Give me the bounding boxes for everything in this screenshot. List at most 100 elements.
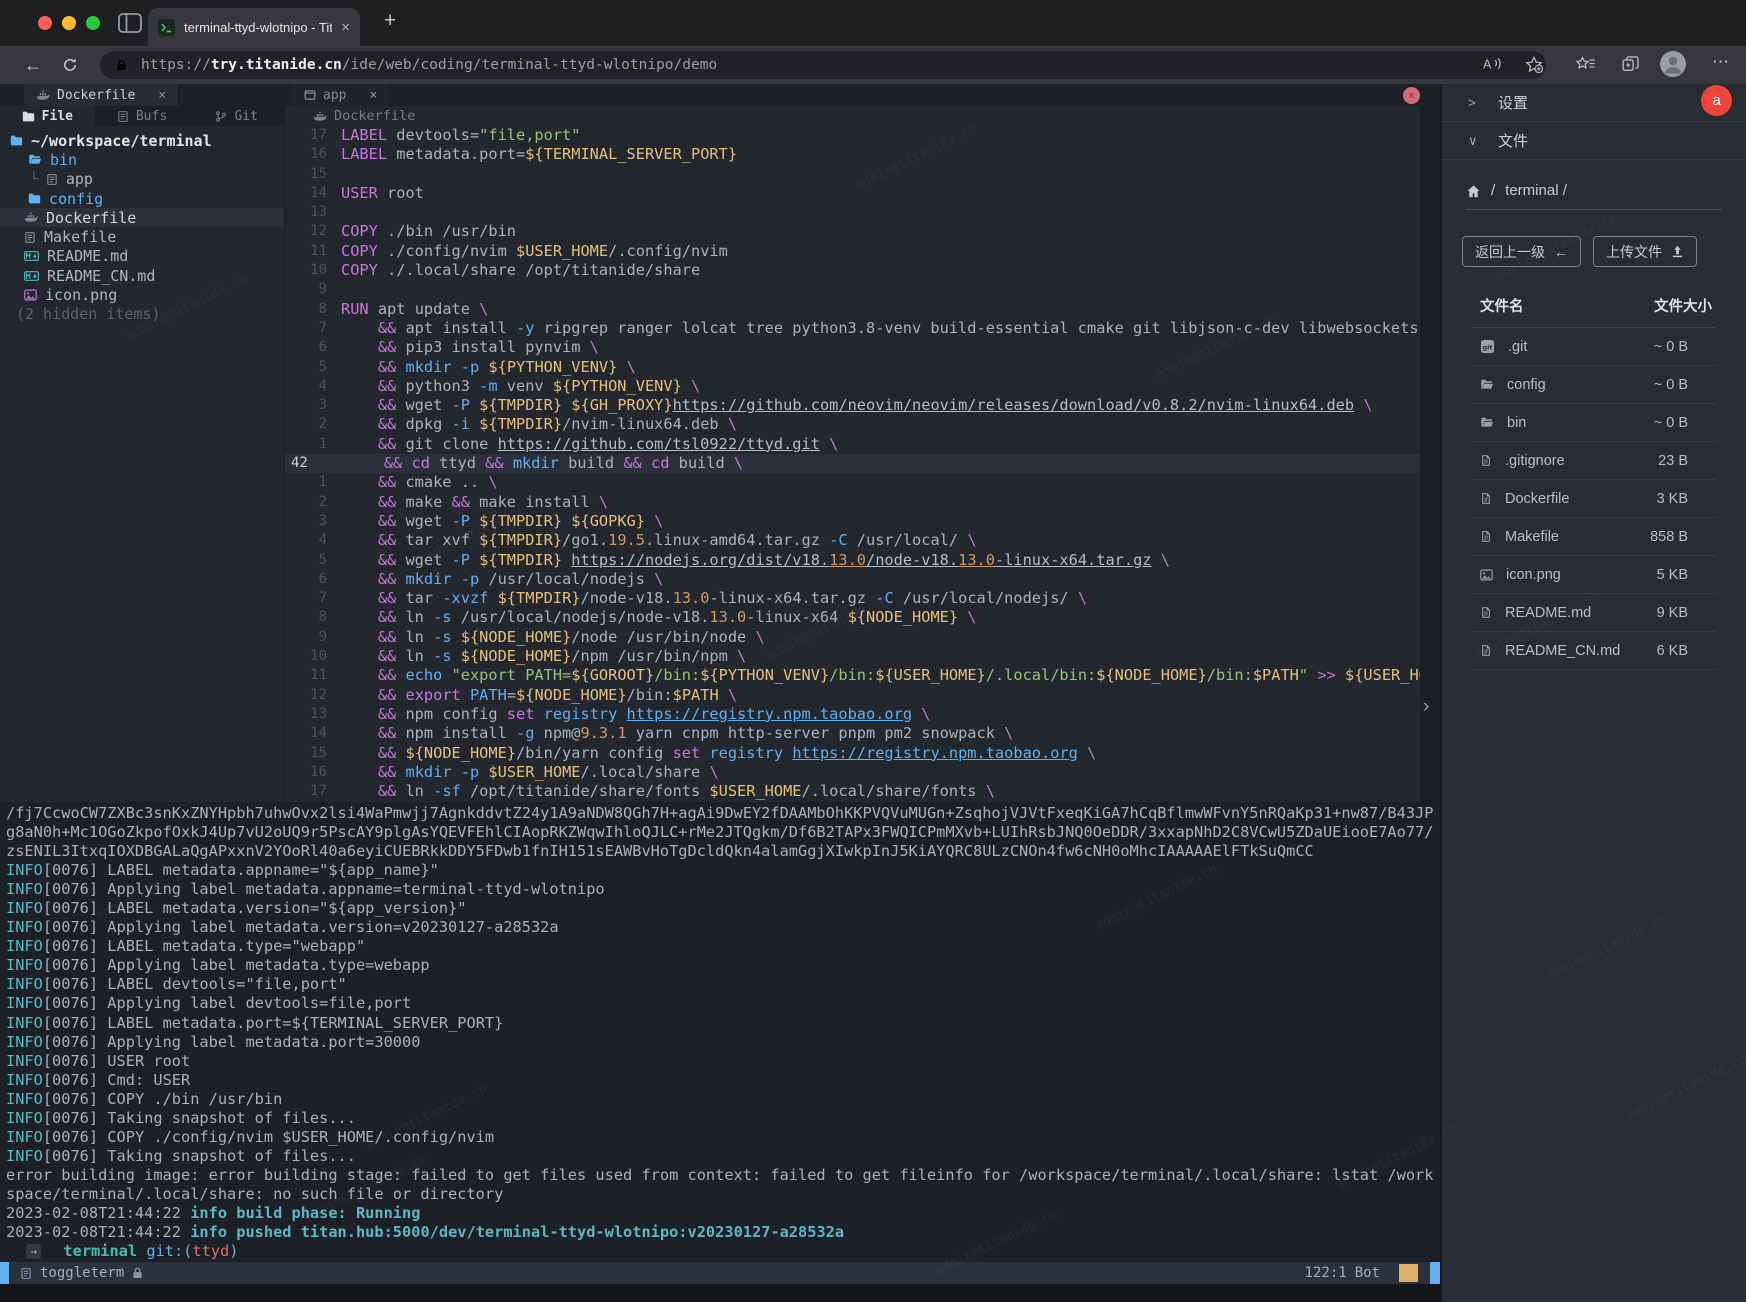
build-terminal[interactable]: /fj7CcwoCW7ZXBc3snKxZNYHpbh7uhwOvx2lsi4W… — [0, 802, 1440, 1262]
go-up-button[interactable]: 返回上一级 ← — [1462, 236, 1581, 267]
code-line-13[interactable]: 13 && npm config set registry https://re… — [285, 705, 1420, 724]
tree-item-Dockerfile[interactable]: Dockerfile — [0, 208, 284, 227]
tab-close-icon[interactable]: × — [341, 20, 350, 35]
file-row-bin[interactable]: bin~ 0 B — [1472, 404, 1716, 442]
code-editor[interactable]: Dockerfile 17LABEL devtools="file,port"1… — [284, 106, 1420, 802]
code-line-12[interactable]: 12COPY ./bin /usr/bin — [285, 222, 1420, 241]
refresh-icon[interactable] — [62, 57, 78, 73]
terminal-line: INFO[0076] COPY ./config/nvim $USER_HOME… — [6, 1128, 1440, 1147]
file-size: 6 KB — [1657, 643, 1712, 659]
add-favorite-icon[interactable] — [1525, 56, 1543, 73]
tree-item-README_CN.md[interactable]: README_CN.md — [0, 266, 284, 285]
code-line-12[interactable]: 12 && export PATH=${NODE_HOME}/bin:$PATH… — [285, 686, 1420, 705]
code-line-5[interactable]: 5 && mkdir -p ${PYTHON_VENV} \ — [285, 358, 1420, 377]
file-name: README.md — [1505, 605, 1591, 621]
code-line-17[interactable]: 17LABEL devtools="file,port" — [285, 126, 1420, 145]
code-line-17[interactable]: 17 && ln -sf /opt/titanide/share/fonts $… — [285, 782, 1420, 801]
code-line-2[interactable]: 2 && dpkg -i ${TMPDIR}/nvim-linux64.deb … — [285, 415, 1420, 434]
tree-item-icon.png[interactable]: icon.png — [0, 285, 284, 304]
browser-tab[interactable]: terminal-ttyd-wlotnipo - TitanI × — [148, 8, 360, 46]
tree-item-config[interactable]: config — [0, 189, 284, 208]
code-line-7[interactable]: 7 && tar -xvzf ${TMPDIR}/node-v18.13.0-l… — [285, 589, 1420, 608]
tab-close-icon[interactable]: × — [158, 88, 166, 103]
tab-close-icon[interactable]: × — [369, 88, 377, 103]
file-row-Makefile[interactable]: Makefile858 B — [1472, 518, 1716, 556]
tree-item-Makefile[interactable]: Makefile — [0, 227, 284, 246]
panel-divider[interactable]: › — [1420, 106, 1440, 802]
tabline-tab-dockerfile[interactable]: Dockerfile × — [24, 84, 178, 106]
tree-root-label: ~/workspace/terminal — [31, 132, 212, 150]
collections-icon[interactable] — [1622, 56, 1639, 72]
code-line-16[interactable]: 16 && mkdir -p $USER_HOME/.local/share \ — [285, 763, 1420, 782]
code-line-9[interactable]: 9 && ln -s ${NODE_HOME}/node /usr/bin/no… — [285, 628, 1420, 647]
code-line-16[interactable]: 16LABEL metadata.port=${TERMINAL_SERVER_… — [285, 145, 1420, 164]
profile-avatar[interactable] — [1660, 51, 1686, 77]
code-line-10[interactable]: 10 && ln -s ${NODE_HOME}/npm /usr/bin/np… — [285, 647, 1420, 666]
explorer-tab-file[interactable]: File — [0, 106, 95, 126]
line-number: 5 — [285, 551, 341, 570]
new-tab-button[interactable]: + — [384, 9, 396, 33]
file-row-README_CN.md[interactable]: README_CN.md6 KB — [1472, 632, 1716, 670]
traffic-light-minimize[interactable] — [62, 16, 76, 30]
code-line-3[interactable]: 3 && wget -P ${TMPDIR} ${GOPKG} \ — [285, 512, 1420, 531]
file-row-Dockerfile[interactable]: Dockerfile3 KB — [1472, 480, 1716, 518]
file-row-README.md[interactable]: README.md9 KB — [1472, 594, 1716, 632]
file-row-icon.png[interactable]: icon.png5 KB — [1472, 556, 1716, 594]
code-line-15[interactable]: 15 && ${NODE_HOME}/bin/yarn config set r… — [285, 744, 1420, 763]
tree-item-README.md[interactable]: README.md — [0, 247, 284, 266]
file-row-config[interactable]: config~ 0 B — [1472, 366, 1716, 404]
code-line-1[interactable]: 1 && cmake .. \ — [285, 473, 1420, 492]
code-line-11[interactable]: 11COPY ./config/nvim $USER_HOME/.config/… — [285, 242, 1420, 261]
tab-actions-icon[interactable] — [118, 13, 142, 33]
code-line-2[interactable]: 2 && make && make install \ — [285, 493, 1420, 512]
explorer-tab-bufs[interactable]: Bufs — [95, 106, 190, 126]
traffic-light-close[interactable] — [38, 16, 52, 30]
statusline: toggleterm 122:1 Bot — [0, 1262, 1440, 1284]
code-line-13[interactable]: 13 — [285, 203, 1420, 222]
code-line-4[interactable]: 4 && python3 -m venv ${PYTHON_VENV} \ — [285, 377, 1420, 396]
tree-item-bin[interactable]: bin — [0, 150, 284, 169]
back-icon[interactable]: ← — [24, 54, 42, 76]
traffic-light-zoom[interactable] — [86, 16, 100, 30]
file-row-.git[interactable]: git.git~ 0 B — [1472, 328, 1716, 366]
line-number: 42 — [285, 454, 347, 473]
url-text[interactable]: https://try.titanide.cn/ide/web/coding/t… — [141, 57, 717, 73]
code-line-9[interactable]: 9 — [285, 280, 1420, 299]
user-badge[interactable]: a — [1701, 85, 1732, 116]
tree-root[interactable]: ~/workspace/terminal — [0, 131, 284, 150]
close-pane-button[interactable]: × — [1403, 87, 1420, 104]
code-line-1[interactable]: 1 && git clone https://github.com/tsl092… — [285, 435, 1420, 454]
terminal-prompt[interactable]: → terminal git:(ttyd) — [6, 1242, 1440, 1261]
code-line-4[interactable]: 4 && tar xvf ${TMPDIR}/go1.19.5.linux-am… — [285, 531, 1420, 550]
expand-panel-icon[interactable]: › — [1423, 696, 1429, 718]
code-line-6[interactable]: 6 && mkdir -p /usr/local/nodejs \ — [285, 570, 1420, 589]
address-bar[interactable]: https://try.titanide.cn/ide/web/coding/t… — [100, 51, 1546, 79]
more-menu-icon[interactable]: ⋯ — [1712, 52, 1730, 72]
code-line-6[interactable]: 6 && pip3 install pynvim \ — [285, 338, 1420, 357]
code-line-42[interactable]: 42 && cd ttyd && mkdir build && cd build… — [285, 454, 1420, 473]
code-line-11[interactable]: 11 && echo "export PATH=${GOROOT}/bin:${… — [285, 666, 1420, 685]
tree-item-app[interactable]: └app — [0, 170, 284, 189]
code-line-5[interactable]: 5 && wget -P ${TMPDIR} https://nodejs.or… — [285, 551, 1420, 570]
code-line-10[interactable]: 10COPY ./.local/share /opt/titanide/shar… — [285, 261, 1420, 280]
code-line-7[interactable]: 7 && apt install -y ripgrep ranger lolca… — [285, 319, 1420, 338]
upload-file-button[interactable]: 上传文件 — [1593, 236, 1697, 267]
breadcrumb[interactable]: / terminal / — [1466, 182, 1722, 199]
home-icon[interactable] — [1466, 184, 1481, 198]
section-files[interactable]: ∨ 文件 — [1442, 122, 1746, 160]
tabline-tab-app[interactable]: app × — [292, 84, 389, 106]
favorites-icon[interactable] — [1576, 56, 1595, 72]
code-line-14[interactable]: 14USER root — [285, 184, 1420, 203]
prompt-terminal-icon: → — [26, 1244, 41, 1259]
read-aloud-icon[interactable]: A — [1483, 56, 1502, 71]
breadcrumb-dir[interactable]: terminal / — [1505, 182, 1567, 199]
code-line-14[interactable]: 14 && npm install -g npm@9.3.1 yarn cnpm… — [285, 724, 1420, 743]
file-row-.gitignore[interactable]: .gitignore23 B — [1472, 442, 1716, 480]
whale-icon — [24, 211, 38, 224]
code-line-15[interactable]: 15 — [285, 165, 1420, 184]
code-line-3[interactable]: 3 && wget -P ${TMPDIR} ${GH_PROXY}https:… — [285, 396, 1420, 415]
winbar-filename: Dockerfile — [334, 108, 415, 124]
code-line-8[interactable]: 8 && ln -s /usr/local/nodejs/node-v18.13… — [285, 608, 1420, 627]
explorer-tab-git[interactable]: Git — [189, 106, 284, 126]
code-line-8[interactable]: 8RUN apt update \ — [285, 300, 1420, 319]
